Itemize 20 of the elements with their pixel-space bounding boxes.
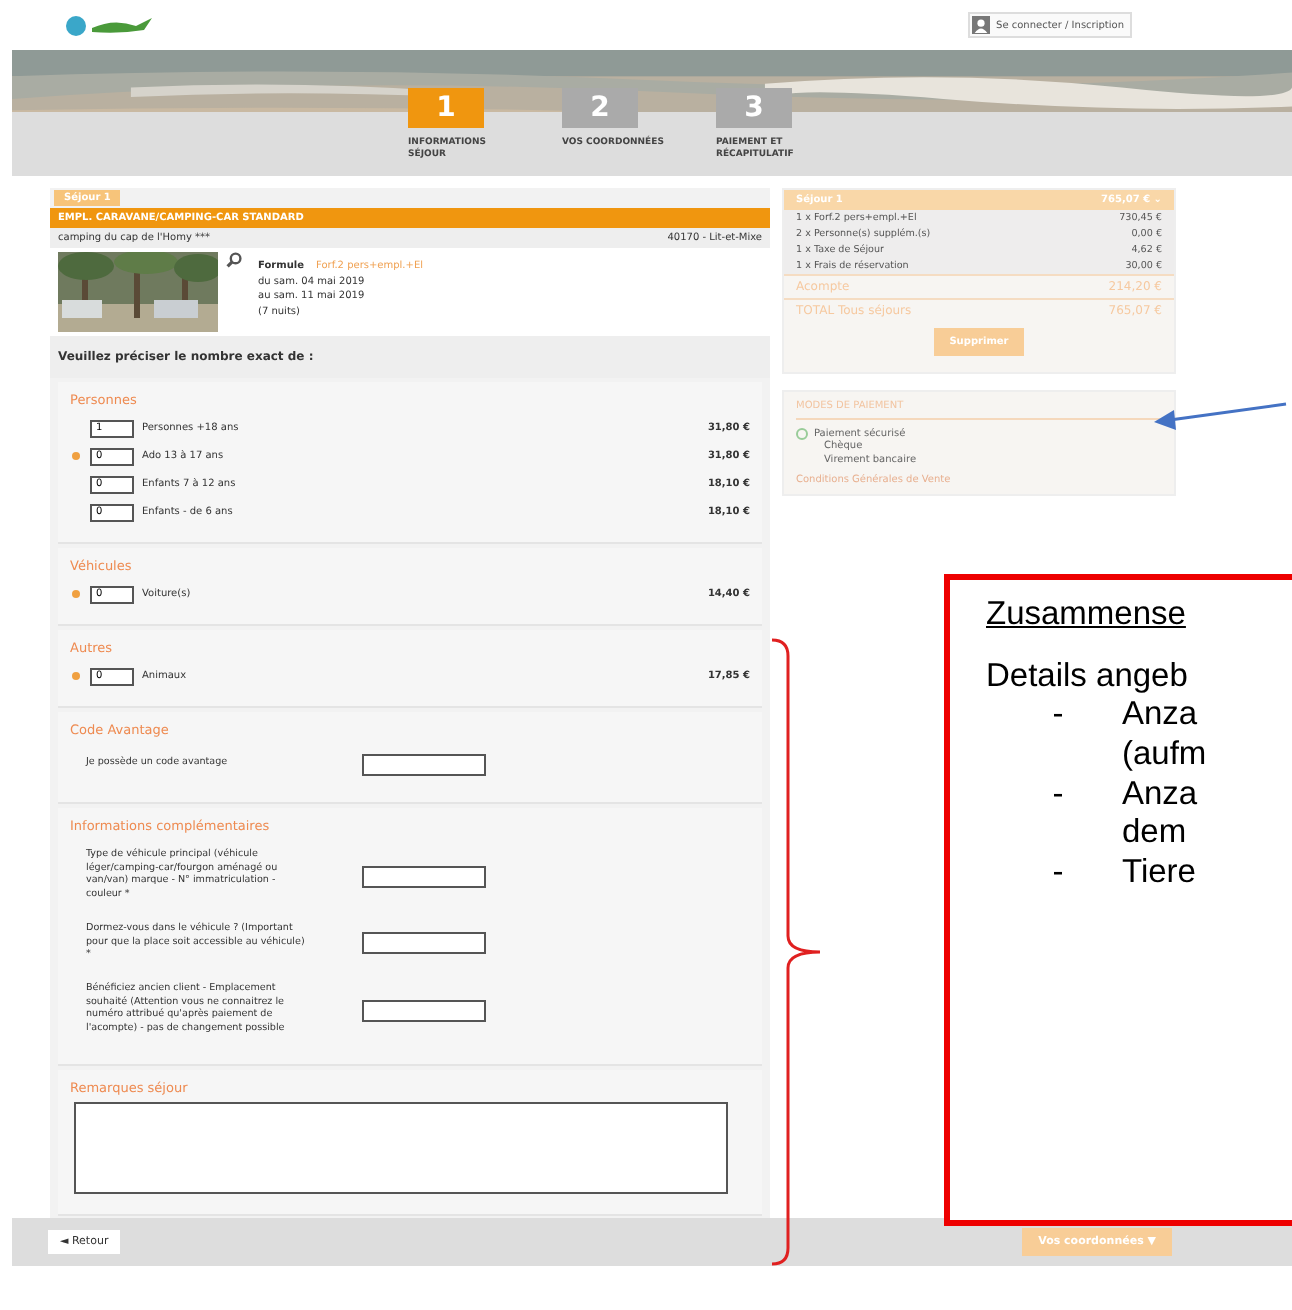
info-dot[interactable] — [72, 452, 80, 460]
answer-field[interactable] — [362, 865, 486, 888]
annotation-text: Tiere — [1122, 854, 1196, 894]
bullet-dash: - — [1050, 775, 1066, 816]
annotation-text: Anza — [1122, 696, 1200, 736]
info-dot[interactable] — [72, 590, 80, 598]
answer-field[interactable] — [362, 932, 486, 955]
remarks-field[interactable] — [74, 1101, 728, 1194]
annotation-text: (aufm — [1122, 735, 1207, 776]
answer-field[interactable] — [362, 999, 486, 1022]
annotation-text: Anza — [1122, 775, 1198, 815]
code-field[interactable] — [362, 754, 486, 776]
annotation-text: dem — [1122, 814, 1189, 855]
bullet-dash: - — [1050, 854, 1066, 894]
annotation-text: Details angeb — [986, 658, 1190, 696]
annotation-title: Zusammense — [986, 596, 1186, 634]
info-dot[interactable] — [72, 672, 80, 680]
search-icon[interactable] — [226, 252, 242, 268]
user-icon — [972, 16, 991, 34]
bullet-dash: - — [1050, 696, 1066, 736]
